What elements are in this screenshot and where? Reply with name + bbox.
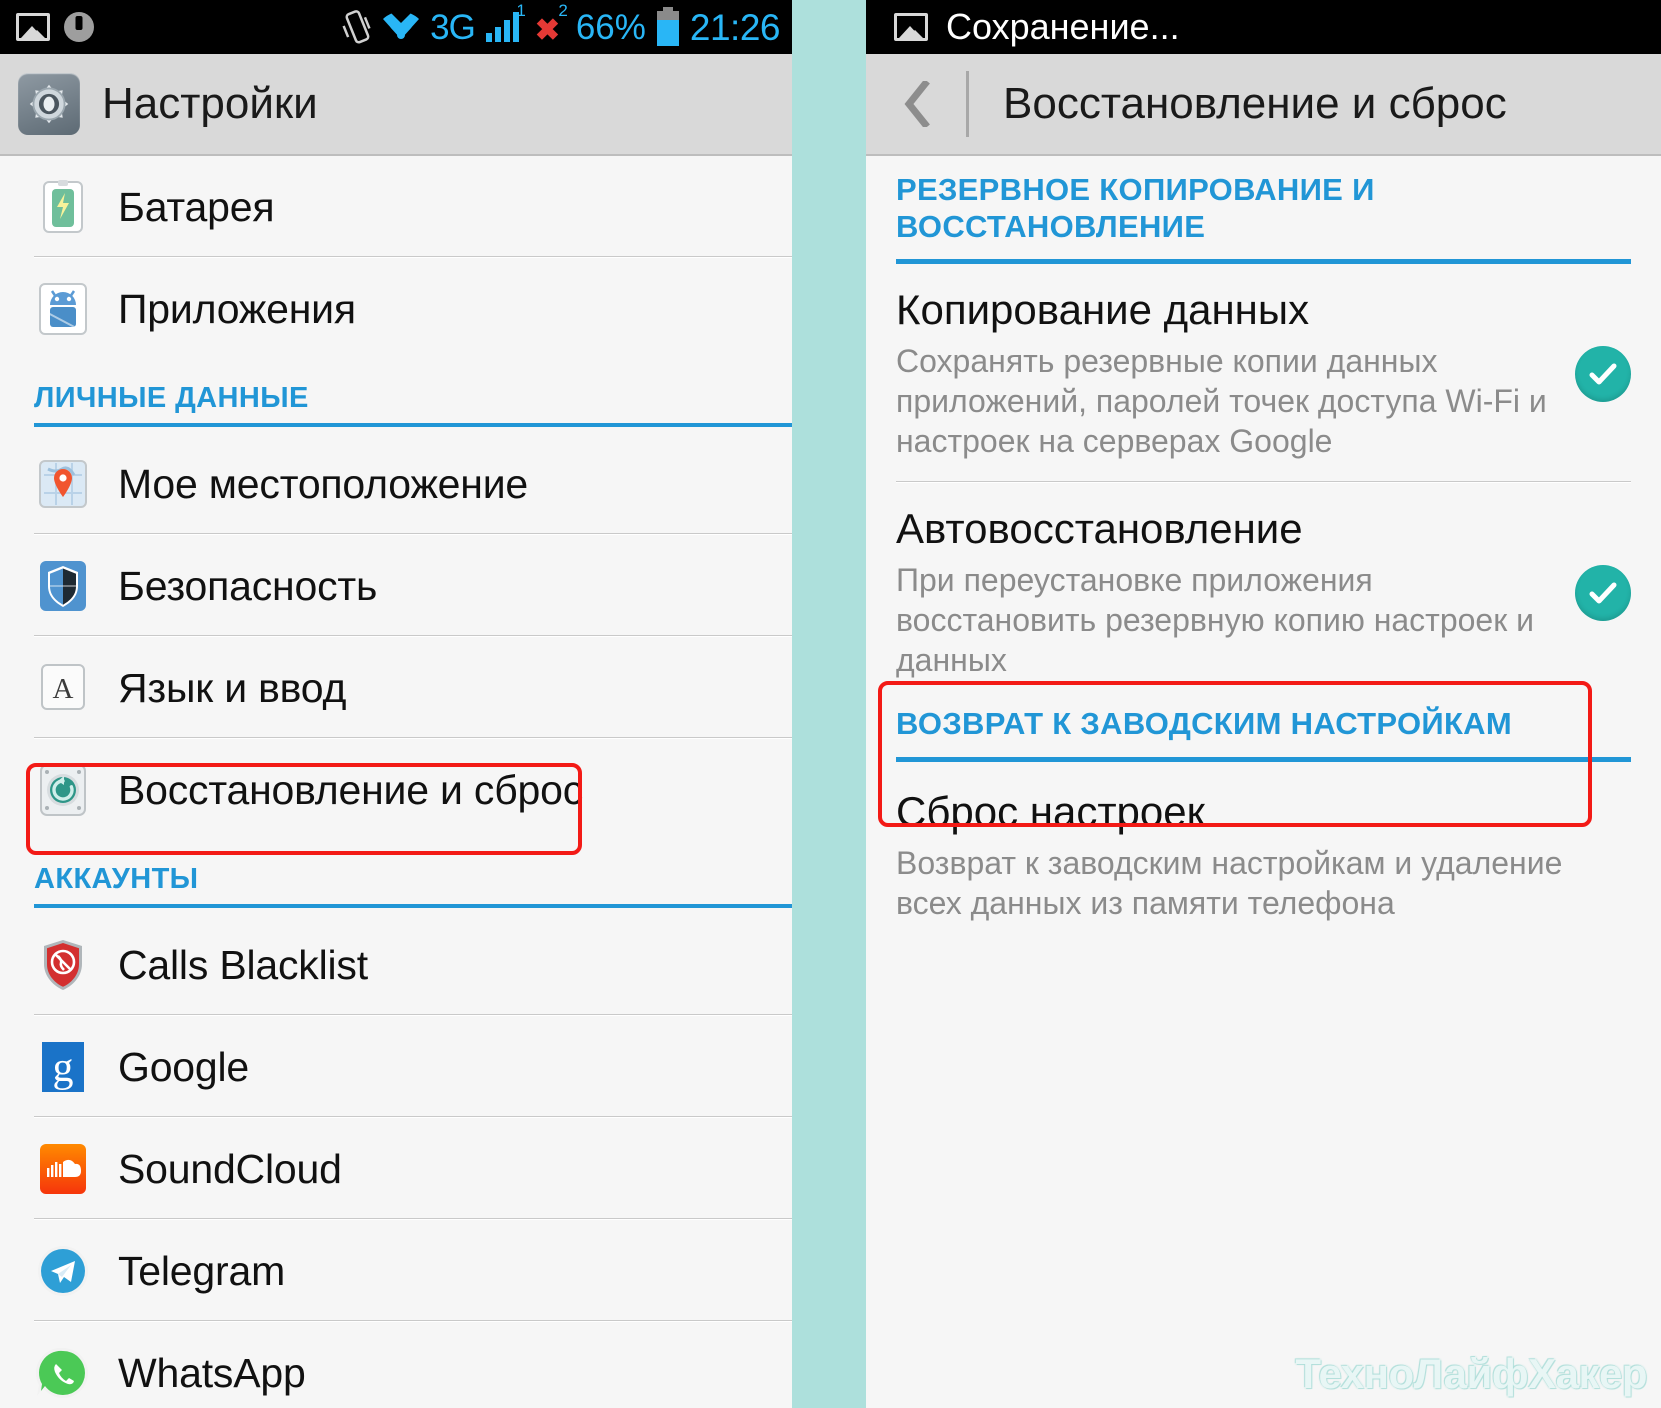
checkbox-backup-data[interactable]	[1575, 345, 1631, 402]
actionbar-divider	[966, 71, 969, 137]
soundcloud-icon	[34, 1140, 92, 1198]
battery-icon	[656, 7, 679, 46]
left-action-bar: Настройки	[0, 54, 792, 156]
section-header-backup: РЕЗЕРВНОЕ КОПИРОВАНИЕ И ВОССТАНОВЛЕНИЕ	[896, 156, 1661, 265]
left-status-bar: 3G 1 ✖ 2 66% 21:26	[0, 0, 792, 54]
left-phone-screen: 3G 1 ✖ 2 66% 21:26 Настройки Батарея При…	[0, 0, 792, 1408]
sidebar-item-google[interactable]: g Google	[0, 1016, 792, 1118]
sidebar-item-apps[interactable]: Приложения	[0, 258, 792, 360]
sidebar-item-battery[interactable]: Батарея	[0, 156, 792, 258]
sidebar-item-backup-reset[interactable]: Восстановление и сброс	[0, 739, 792, 841]
page-title: Восстановление и сброс	[1003, 79, 1507, 128]
back-chevron-icon[interactable]	[894, 69, 940, 139]
pref-title: Копирование данных	[896, 286, 1310, 334]
telegram-icon	[34, 1242, 92, 1300]
section-header-accounts: АККАУНТЫ	[0, 841, 792, 914]
whatsapp-icon	[34, 1344, 92, 1402]
gallery-icon	[894, 13, 928, 41]
sidebar-item-my-location[interactable]: Мое местоположение	[0, 433, 792, 535]
vibrate-icon	[342, 10, 371, 44]
map-pin-icon	[34, 455, 92, 513]
section-rule	[34, 423, 792, 427]
battery-percent-label: 66%	[575, 7, 646, 47]
pref-text: Сброс настроек Возврат к заводским настр…	[896, 788, 1631, 923]
pref-text: Автовосстановление При переустановке при…	[896, 505, 1575, 680]
pref-subtitle: Сохранять резервные копии данных приложе…	[896, 343, 1547, 460]
sidebar-item-label: Восстановление и сброс	[118, 766, 583, 813]
screenshot-root: 3G 1 ✖ 2 66% 21:26 Настройки Батарея При…	[0, 0, 1661, 1408]
backup-reset-icon	[34, 761, 92, 819]
section-rule	[34, 904, 792, 908]
sidebar-item-label: Мое местоположение	[118, 460, 529, 507]
svg-text:g: g	[53, 1045, 74, 1091]
sidebar-item-whatsapp[interactable]: WhatsApp	[0, 1322, 792, 1408]
pref-subtitle: При переустановке приложения восстановит…	[896, 562, 1534, 679]
pref-title: Автовосстановление	[896, 505, 1303, 553]
settings-gear-icon	[18, 73, 80, 135]
sidebar-item-label: WhatsApp	[118, 1349, 306, 1396]
gallery-icon	[16, 13, 50, 41]
pref-subtitle: Возврат к заводским настройкам и удалени…	[896, 844, 1563, 921]
status-system-icons: 3G 1 ✖ 2 66% 21:26	[342, 1, 781, 48]
sidebar-item-language-input[interactable]: A Язык и ввод	[0, 637, 792, 739]
sim1-badge: 1	[516, 1, 526, 20]
sidebar-item-label: Google	[118, 1043, 250, 1090]
calls-blacklist-icon	[34, 936, 92, 994]
section-header-label: РЕЗЕРВНОЕ КОПИРОВАНИЕ И ВОССТАНОВЛЕНИЕ	[896, 172, 1375, 244]
sidebar-item-label: Telegram	[118, 1247, 286, 1294]
right-status-bar: Сохранение...	[866, 0, 1661, 54]
checkbox-auto-restore[interactable]	[1575, 564, 1631, 621]
sidebar-item-label: Батарея	[118, 183, 275, 230]
sidebar-item-label: Язык и ввод	[118, 664, 347, 711]
sidebar-item-security[interactable]: Безопасность	[0, 535, 792, 637]
sidebar-item-calls-blacklist[interactable]: Calls Blacklist	[0, 914, 792, 1016]
clock-label: 21:26	[689, 6, 781, 48]
sync-circle-icon	[64, 12, 94, 42]
shield-icon	[34, 557, 92, 615]
section-header-label: АККАУНТЫ	[34, 863, 199, 895]
sidebar-item-soundcloud[interactable]: SoundCloud	[0, 1118, 792, 1220]
pref-auto-restore[interactable]: Автовосстановление При переустановке при…	[896, 483, 1661, 702]
android-robot-icon	[34, 280, 92, 338]
wifi-icon	[383, 11, 420, 40]
pref-text: Копирование данных Сохранять резервные к…	[896, 286, 1575, 461]
notification-text: Сохранение...	[946, 6, 1180, 47]
pref-title: Сброс настроек	[896, 787, 1206, 835]
sidebar-item-telegram[interactable]: Telegram	[0, 1220, 792, 1322]
section-header-factory-reset: ВОЗВРАТ К ЗАВОДСКИМ НАСТРОЙКАМ	[896, 702, 1661, 762]
sidebar-item-label: SoundCloud	[118, 1145, 342, 1192]
page-title: Настройки	[102, 79, 318, 128]
backup-reset-content: РЕЗЕРВНОЕ КОПИРОВАНИЕ И ВОССТАНОВЛЕНИЕ К…	[866, 156, 1661, 949]
svg-text:A: A	[53, 673, 74, 705]
section-header-label: ЛИЧНЫЕ ДАННЫЕ	[34, 382, 309, 414]
google-icon: g	[34, 1038, 92, 1096]
right-phone-screen: Сохранение... Восстановление и сброс РЕЗ…	[866, 0, 1661, 1408]
status-notification-icons	[16, 12, 94, 42]
section-header-label: ВОЗВРАТ К ЗАВОДСКИМ НАСТРОЙКАМ	[896, 706, 1512, 742]
keyboard-key-a-icon: A	[34, 659, 92, 717]
site-watermark: ТехноЛайфХакер	[1295, 1350, 1647, 1397]
pref-backup-data[interactable]: Копирование данных Сохранять резервные к…	[896, 264, 1661, 484]
settings-list: Батарея Приложения ЛИЧНЫЕ ДАННЫЕ Мое мес…	[0, 156, 792, 1408]
battery-icon	[34, 178, 92, 236]
red-x-icon: ✖ 2	[534, 1, 568, 47]
right-action-bar: Восстановление и сброс	[866, 54, 1661, 156]
sim2-badge: 2	[558, 1, 568, 20]
pref-factory-reset[interactable]: Сброс настроек Возврат к заводским настр…	[896, 762, 1661, 949]
sidebar-item-label: Безопасность	[118, 562, 378, 609]
sidebar-item-label: Приложения	[118, 285, 356, 332]
network-type-label: 3G	[430, 7, 476, 47]
sidebar-item-label: Calls Blacklist	[118, 941, 368, 988]
signal-bars-icon: 1	[484, 1, 526, 47]
section-header-personal: ЛИЧНЫЕ ДАННЫЕ	[0, 360, 792, 433]
